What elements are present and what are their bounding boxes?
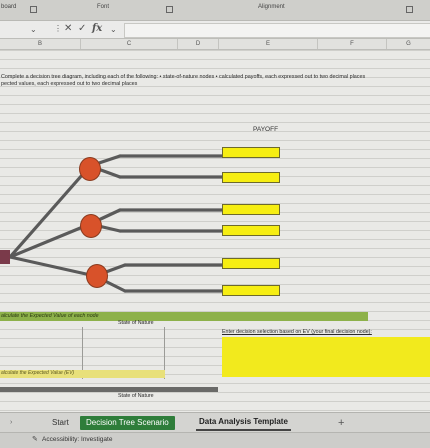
- tab-data-analysis-template[interactable]: Data Analysis Template: [196, 415, 291, 431]
- insert-function-icon[interactable]: fx: [92, 23, 102, 34]
- clipboard-launcher-icon[interactable]: [30, 6, 37, 13]
- state-of-nature-node-3[interactable]: [86, 264, 108, 288]
- ribbon-group-clipboard[interactable]: board: [1, 4, 16, 10]
- ribbon-group-font[interactable]: Font: [97, 4, 109, 10]
- decision-prompt: Enter decision selection based on EV (yo…: [222, 329, 372, 335]
- column-header-f[interactable]: F: [318, 39, 387, 49]
- ev-header-text-2: alculate the Expected Value (EV): [1, 370, 75, 376]
- worksheet-grid[interactable]: Complete a decision tree diagram, includ…: [0, 50, 430, 412]
- payoff-cell-6[interactable]: [222, 285, 280, 296]
- font-launcher-icon[interactable]: [166, 6, 173, 13]
- branch-root-to-node-1: [8, 164, 92, 259]
- tab-scroll-right-icon[interactable]: ›: [6, 416, 16, 430]
- decision-node[interactable]: [0, 250, 10, 264]
- payoff-cell-4[interactable]: [222, 225, 280, 236]
- formula-bar: ⌄ ⋮ ✕ ✓ fx ⌄: [0, 21, 430, 39]
- payoff-cell-2[interactable]: [222, 172, 280, 183]
- add-sheet-button[interactable]: +: [334, 416, 348, 430]
- ev-header-text: alculate the Expected Value of each node: [1, 313, 99, 319]
- state-of-nature-label-2: State of Nature: [118, 393, 154, 399]
- accessibility-status[interactable]: Accessibility: Investigate: [42, 436, 112, 443]
- state-of-nature-node-1[interactable]: [79, 157, 101, 181]
- payoff-cell-1[interactable]: [222, 147, 280, 158]
- ribbon: board Font Alignment: [0, 0, 430, 21]
- state-of-nature-node-2[interactable]: [80, 214, 102, 238]
- name-box-chevron-icon[interactable]: ⌄: [30, 25, 37, 34]
- payoff-cell-3[interactable]: [222, 204, 280, 215]
- alignment-launcher-icon[interactable]: [406, 6, 413, 13]
- ev-row-dark-bar: [0, 387, 218, 392]
- branch-root-to-node-2: [8, 222, 92, 259]
- status-bar: ✎ Accessibility: Investigate: [0, 432, 430, 448]
- formula-bar-grip-icon: ⋮: [54, 24, 62, 33]
- column-headers: B C D E F G: [0, 39, 430, 50]
- column-header-g[interactable]: G: [387, 39, 430, 49]
- decision-selection-cell[interactable]: [222, 337, 430, 377]
- formula-input[interactable]: [124, 23, 430, 38]
- ribbon-group-alignment[interactable]: Alignment: [258, 4, 285, 10]
- payoff-cell-5[interactable]: [222, 258, 280, 269]
- enter-icon[interactable]: ✓: [78, 23, 86, 34]
- cancel-icon[interactable]: ✕: [64, 23, 72, 34]
- column-header-e[interactable]: E: [219, 39, 318, 49]
- column-header-d[interactable]: D: [178, 39, 219, 49]
- tab-decision-tree-scenario[interactable]: Decision Tree Scenario: [80, 416, 175, 430]
- column-header-c[interactable]: C: [81, 39, 178, 49]
- branch-root-to-node-3: [8, 255, 97, 278]
- fx-chevron-icon[interactable]: ⌄: [110, 25, 117, 34]
- tab-start[interactable]: Start: [48, 416, 73, 430]
- sheet-tabs-bar: › Start Decision Tree Scenario Data Anal…: [0, 412, 430, 433]
- accessibility-icon[interactable]: ✎: [32, 435, 38, 443]
- state-of-nature-label-1: State of Nature: [118, 320, 154, 326]
- column-header-b[interactable]: B: [0, 39, 81, 49]
